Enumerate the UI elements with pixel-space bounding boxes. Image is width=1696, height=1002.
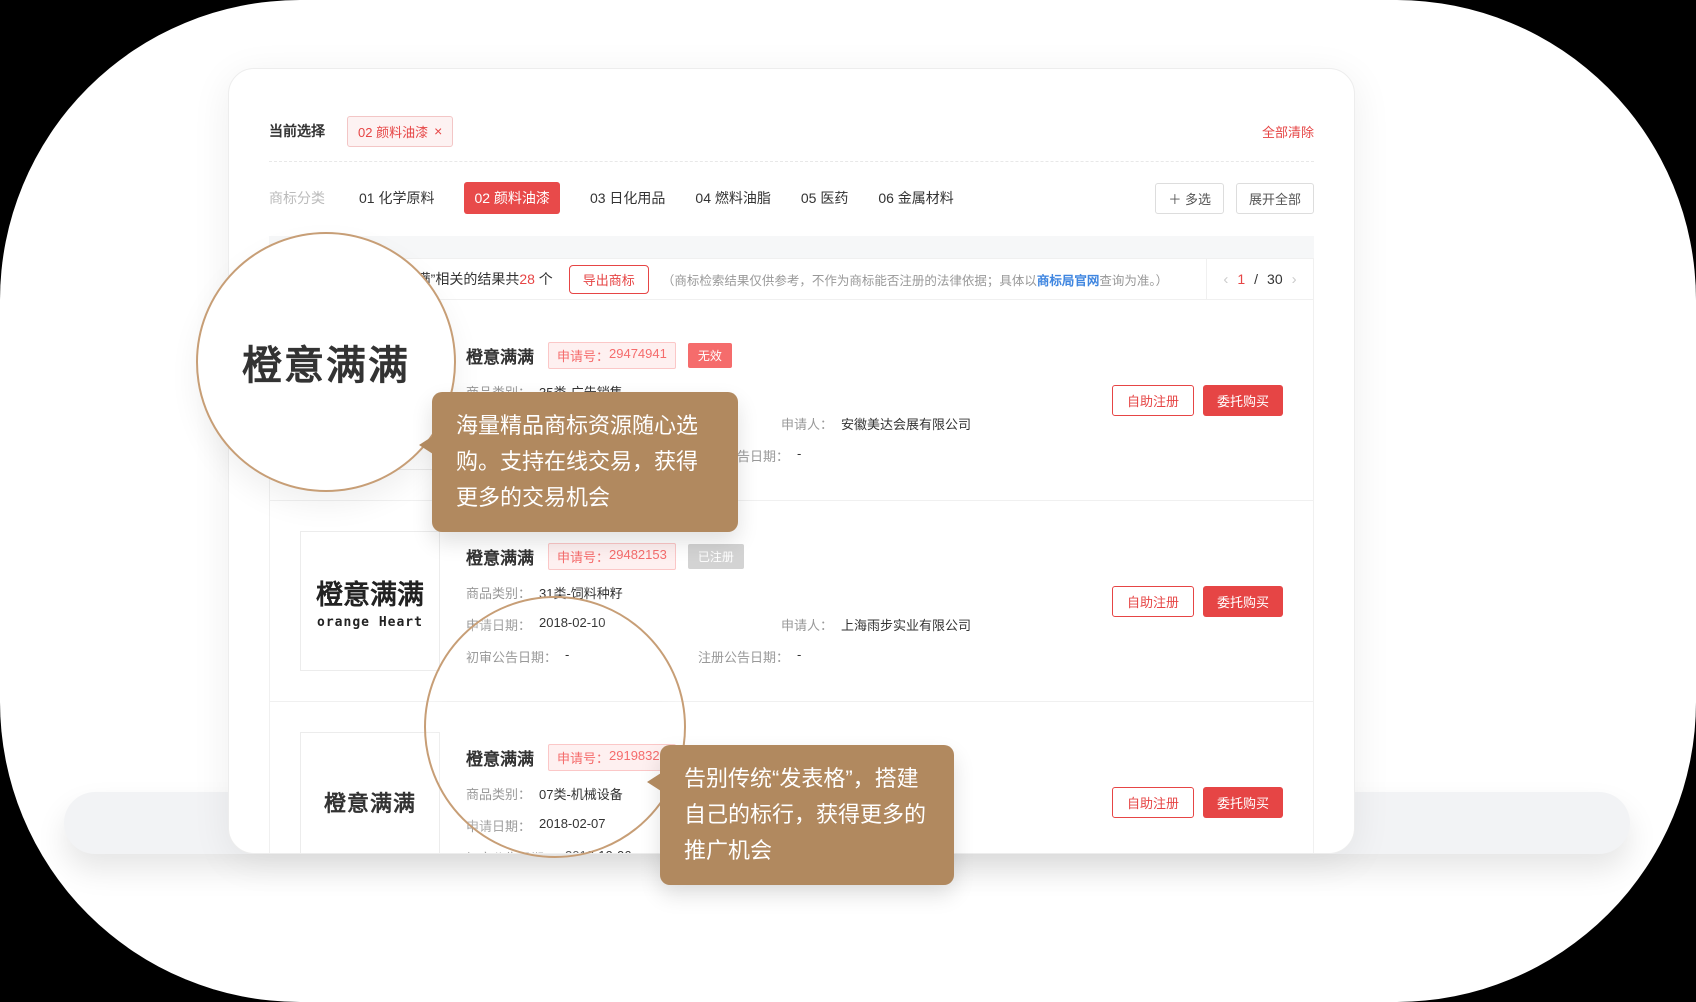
row-actions: 自助注册 委托购买 (1112, 586, 1283, 617)
category-tab-04[interactable]: 04 燃料油脂 (695, 188, 770, 208)
application-number-label: 申请号： (557, 346, 609, 365)
disclaimer-prefix: （商标检索结果仅供参考，不作为商标能否注册的法律依据；具体以 (662, 274, 1037, 288)
result-row-2: 橙意满满 orange Heart 橙意满满 申请号：29482153 已注册 … (270, 501, 1313, 702)
entrust-buy-button[interactable]: 委托购买 (1203, 385, 1283, 416)
page-total: 30 (1267, 271, 1283, 287)
row-actions: 自助注册 委托购买 (1112, 787, 1283, 818)
magnified-trademark-text: 橙意满满 (242, 333, 410, 391)
applicant-value: 上海雨步实业有限公司 (841, 615, 971, 634)
reg-notice-label: 注册公告日期： (698, 647, 789, 666)
page-prev-icon[interactable]: ‹ (1223, 271, 1228, 288)
trademark-name[interactable]: 橙意满满 (466, 343, 534, 368)
page-current: 1 (1237, 271, 1245, 287)
results-count: 28 (519, 271, 535, 287)
reg-notice-value: - (797, 647, 801, 666)
selected-filter-tag-text: 02 颜料油漆 (358, 122, 428, 141)
application-number-tag: 申请号：29482153 (548, 543, 676, 570)
trademark-office-link[interactable]: 商标局官网 (1037, 274, 1100, 288)
thumbnail-main-text: 橙意满满 (324, 786, 416, 818)
trademark-thumbnail-3[interactable]: 橙意满满 (300, 732, 440, 854)
category-tab-01[interactable]: 01 化学原料 (359, 188, 434, 208)
application-number-label: 申请号： (557, 547, 609, 566)
trademark-name[interactable]: 橙意满满 (466, 544, 534, 569)
category-tab-02-active[interactable]: 02 颜料油漆 (464, 182, 559, 214)
current-selection-bar: 当前选择 02 颜料油漆 × 全部清除 (269, 113, 1314, 149)
close-icon[interactable]: × (434, 124, 442, 138)
trademark-thumbnail-2[interactable]: 橙意满满 orange Heart (300, 531, 440, 671)
category-tabs: 01 化学原料 02 颜料油漆 03 日化用品 04 燃料油脂 05 医药 06… (359, 182, 954, 214)
page-separator: / (1254, 271, 1258, 287)
magnifier-ring-circle (424, 596, 686, 858)
category-bar-label: 商标分类 (269, 188, 325, 208)
page-next-icon[interactable]: › (1292, 271, 1297, 288)
application-number-tag: 申请号：29474941 (548, 342, 676, 369)
export-trademark-button[interactable]: 导出商标 (569, 265, 649, 294)
result-title-line: 橙意满满 申请号：29474941 无效 (466, 342, 1096, 369)
multi-select-button[interactable]: ＋ 多选 (1155, 183, 1224, 214)
magnifier-circle: 橙意满满 (196, 232, 456, 492)
disclaimer-suffix: 查询为准。） (1099, 274, 1168, 288)
current-selection-label: 当前选择 (269, 121, 325, 141)
self-register-button[interactable]: 自助注册 (1112, 787, 1194, 818)
category-label: 商品类别： (466, 583, 531, 602)
category-tab-06[interactable]: 06 金属材料 (878, 188, 953, 208)
applicant-value: 安徽美达会展有限公司 (841, 414, 971, 433)
results-disclaimer: （商标检索结果仅供参考，不作为商标能否注册的法律依据；具体以商标局官网查询为准。… (662, 270, 1168, 289)
category-tab-03[interactable]: 03 日化用品 (590, 188, 665, 208)
thumbnail-main-text: 橙意满满 (316, 573, 424, 612)
tooltip-promotion: 告别传统“发表格”，搭建自己的标行，获得更多的推广机会 (660, 745, 954, 885)
self-register-button[interactable]: 自助注册 (1112, 586, 1194, 617)
applicant-label: 申请人： (781, 414, 833, 433)
category-tab-05[interactable]: 05 医药 (801, 188, 848, 208)
tooltip-marketplace: 海量精品商标资源随心选购。支持在线交易，获得更多的交易机会 (432, 392, 738, 532)
selected-filter-tag[interactable]: 02 颜料油漆 × (347, 116, 453, 147)
entrust-buy-button[interactable]: 委托购买 (1203, 787, 1283, 818)
applicant-label: 申请人： (781, 615, 833, 634)
page-canvas: 当前选择 02 颜料油漆 × 全部清除 商标分类 01 化学原料 02 颜料油漆… (0, 0, 1696, 1002)
self-register-button[interactable]: 自助注册 (1112, 385, 1194, 416)
thumbnail-sub-text: orange Heart (317, 615, 423, 630)
results-summary-suffix: 个 (535, 271, 553, 287)
entrust-buy-button[interactable]: 委托购买 (1203, 586, 1283, 617)
dashed-divider (269, 161, 1314, 162)
reg-notice-value: - (797, 446, 801, 465)
clear-all-button[interactable]: 全部清除 (1262, 122, 1314, 141)
expand-all-button[interactable]: 展开全部 (1236, 183, 1314, 214)
application-number-value: 29482153 (609, 547, 667, 566)
section-gap-band (269, 236, 1314, 258)
pagination: ‹ 1 / 30 › (1206, 259, 1313, 299)
status-badge: 已注册 (688, 544, 744, 569)
application-number-value: 29474941 (609, 346, 667, 365)
status-badge: 无效 (688, 343, 732, 368)
result-title-line: 橙意满满 申请号：29482153 已注册 (466, 543, 1096, 570)
category-bar: 商标分类 01 化学原料 02 颜料油漆 03 日化用品 04 燃料油脂 05 … (269, 174, 1314, 222)
row-actions: 自助注册 委托购买 (1112, 385, 1283, 416)
